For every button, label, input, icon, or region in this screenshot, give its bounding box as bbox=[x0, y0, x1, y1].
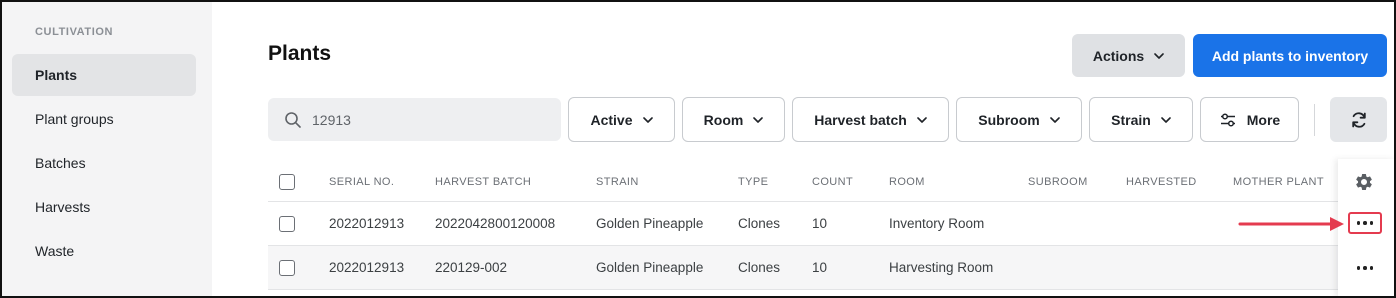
column-header-harvest-batch[interactable]: HARVEST BATCH bbox=[435, 176, 531, 188]
app-window: CULTIVATION Plants Plant groups Batches … bbox=[0, 0, 1396, 298]
sidebar-item-plants[interactable]: Plants bbox=[12, 54, 196, 96]
cell-count: 10 bbox=[812, 260, 828, 275]
page-title: Plants bbox=[268, 42, 332, 65]
dot bbox=[1356, 221, 1361, 225]
column-header-serial-no[interactable]: SERIAL NO. bbox=[329, 176, 394, 188]
filter-room-label: Room bbox=[703, 111, 744, 128]
sliders-icon bbox=[1220, 112, 1235, 127]
row-checkbox[interactable] bbox=[279, 216, 295, 232]
dot bbox=[1369, 221, 1374, 225]
table-row[interactable]: 2022012913 220129-002 Golden Pineapple C… bbox=[268, 246, 1338, 290]
filter-room[interactable]: Room bbox=[682, 97, 785, 142]
row-more-options-button[interactable] bbox=[1348, 257, 1382, 279]
filter-subroom[interactable]: Subroom bbox=[956, 97, 1082, 142]
refresh-icon bbox=[1351, 111, 1366, 128]
filter-subroom-label: Subroom bbox=[978, 111, 1040, 128]
dot bbox=[1356, 266, 1361, 270]
cell-serial-no: 2022012913 bbox=[329, 260, 405, 275]
search-input[interactable] bbox=[312, 111, 552, 128]
sidebar-item-waste[interactable]: Waste bbox=[12, 230, 196, 272]
cell-harvest-batch: 2022042800120008 bbox=[435, 216, 556, 231]
filter-harvest-batch-label: Harvest batch bbox=[814, 111, 907, 128]
table-row[interactable]: 2022012913 2022042800120008 Golden Pinea… bbox=[268, 202, 1338, 246]
cell-harvest-batch: 220129-002 bbox=[435, 260, 508, 275]
column-header-mother-plant[interactable]: MOTHER PLANT bbox=[1233, 176, 1324, 188]
column-header-type[interactable]: TYPE bbox=[738, 176, 768, 188]
row-more-options-button[interactable] bbox=[1348, 212, 1382, 234]
dot bbox=[1369, 266, 1374, 270]
chevron-down-icon bbox=[916, 116, 927, 123]
dot bbox=[1363, 266, 1367, 270]
sidebar-item-plant-groups[interactable]: Plant groups bbox=[12, 98, 196, 140]
filter-active[interactable]: Active bbox=[568, 97, 675, 142]
annotation-arrow bbox=[1238, 217, 1344, 231]
chevron-down-icon bbox=[1161, 116, 1171, 123]
sidebar-item-batches[interactable]: Batches bbox=[12, 142, 196, 184]
column-header-subroom[interactable]: SUBROOM bbox=[1028, 176, 1088, 188]
cell-count: 10 bbox=[812, 216, 828, 231]
add-plants-button[interactable]: Add plants to inventory bbox=[1193, 34, 1387, 77]
filter-strain-label: Strain bbox=[1111, 111, 1151, 128]
sidebar: CULTIVATION Plants Plant groups Batches … bbox=[2, 2, 212, 296]
cell-strain: Golden Pineapple bbox=[596, 216, 704, 231]
cell-strain: Golden Pineapple bbox=[596, 260, 704, 275]
filter-more-label: More bbox=[1246, 111, 1281, 128]
column-header-strain[interactable]: STRAIN bbox=[596, 176, 639, 188]
actions-button-label: Actions bbox=[1092, 47, 1145, 64]
select-all-checkbox[interactable] bbox=[279, 174, 295, 190]
sidebar-item-harvests[interactable]: Harvests bbox=[12, 186, 196, 228]
column-header-room[interactable]: ROOM bbox=[889, 176, 925, 188]
sidebar-section-title: CULTIVATION bbox=[35, 26, 114, 38]
chevron-down-icon bbox=[1154, 52, 1164, 59]
refresh-button[interactable] bbox=[1330, 97, 1387, 142]
cell-room: Inventory Room bbox=[889, 216, 985, 231]
add-plants-button-label: Add plants to inventory bbox=[1211, 47, 1369, 64]
filter-divider bbox=[1314, 104, 1315, 136]
filter-active-label: Active bbox=[590, 111, 633, 128]
cell-type: Clones bbox=[738, 216, 781, 231]
chevron-down-icon bbox=[642, 116, 653, 123]
dot bbox=[1363, 221, 1367, 225]
search-box[interactable] bbox=[268, 98, 561, 141]
column-header-harvested[interactable]: HARVESTED bbox=[1126, 176, 1197, 188]
search-icon bbox=[285, 111, 301, 128]
chevron-down-icon bbox=[1049, 116, 1060, 123]
gear-icon[interactable] bbox=[1354, 172, 1374, 192]
filter-strain[interactable]: Strain bbox=[1089, 97, 1193, 142]
filter-harvest-batch[interactable]: Harvest batch bbox=[792, 97, 949, 142]
cell-serial-no: 2022012913 bbox=[329, 216, 405, 231]
filter-more[interactable]: More bbox=[1200, 97, 1299, 142]
chevron-down-icon bbox=[753, 116, 764, 123]
cell-type: Clones bbox=[738, 260, 781, 275]
row-checkbox[interactable] bbox=[279, 260, 295, 276]
column-header-count[interactable]: COUNT bbox=[812, 176, 853, 188]
actions-button[interactable]: Actions bbox=[1072, 34, 1185, 77]
cell-room: Harvesting Room bbox=[889, 260, 994, 275]
table-header: SERIAL NO. HARVEST BATCH STRAIN TYPE COU… bbox=[268, 162, 1338, 202]
